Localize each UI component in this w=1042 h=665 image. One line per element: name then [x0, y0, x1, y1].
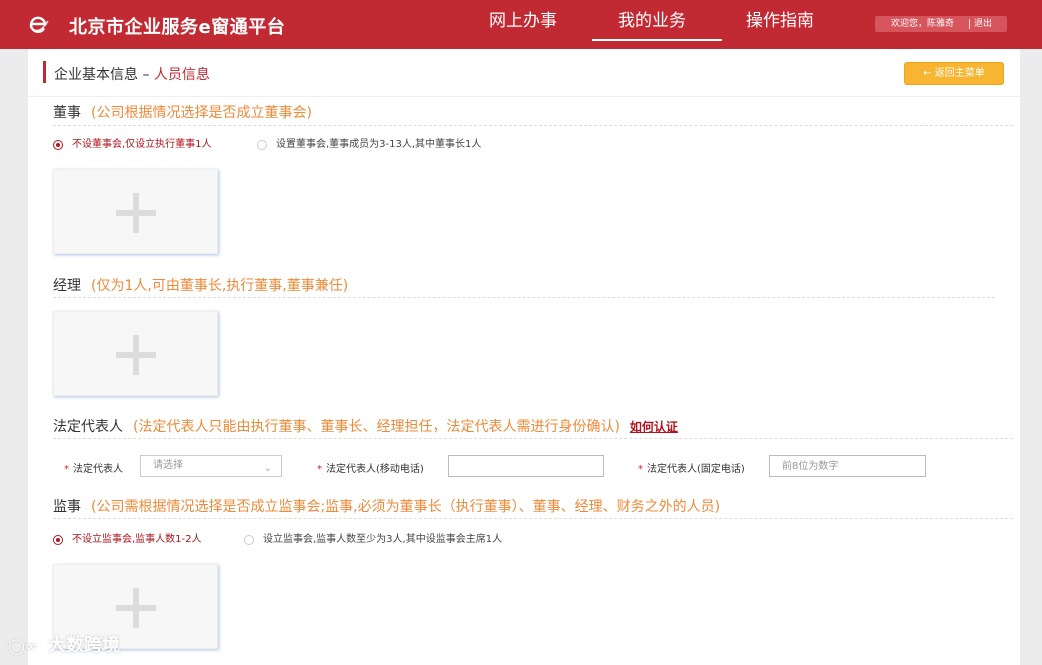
watermark: ◯∞ 大数跨境 — [8, 631, 120, 657]
board-title: 董事 — [53, 105, 81, 121]
legal-rep-select[interactable]: 请选择 ⌄ — [140, 455, 282, 477]
nav-operation-guide[interactable]: 操作指南 — [746, 10, 814, 40]
landline-phone-field-label: * 法定代表人(固定电话) — [638, 460, 745, 475]
manager-hint: (仅为1人,可由董事长,执行董事,董事兼任) — [91, 278, 349, 294]
legal-rep-title: 法定代表人 — [53, 419, 123, 435]
supervisor-hint: (公司需根据情况选择是否成立监事会;监事,必须为董事长（执行董事）、董事、经理、… — [91, 499, 721, 515]
how-to-verify-link[interactable]: 如何认证 — [630, 420, 678, 434]
legal-rep-select-placeholder: 请选择 — [153, 460, 183, 471]
required-mark: * — [638, 464, 643, 475]
mobile-phone-label-text: 法定代表人(移动电话) — [326, 464, 424, 475]
supervisor-option-with-board-label: 设立监事会,监事人数至少为3人,其中设监事会主席1人 — [263, 534, 503, 545]
header-divider — [28, 96, 1020, 97]
nav-my-business[interactable]: 我的业务 — [618, 10, 686, 40]
landline-phone-label-text: 法定代表人(固定电话) — [647, 464, 745, 475]
legal-rep-divider — [53, 438, 1013, 439]
manager-section-title: 经理 (仅为1人,可由董事长,执行董事,董事兼任) — [53, 275, 348, 295]
plus-icon-vertical — [133, 588, 139, 628]
chevron-down-icon: ⌄ — [263, 463, 272, 474]
supervisor-title: 监事 — [53, 499, 81, 515]
nav-active-indicator — [592, 39, 722, 41]
supervisor-option-no-board-label: 不设立监事会,监事人数1-2人 — [72, 534, 202, 545]
breadcrumb: 企业基本信息 – 人员信息 — [54, 64, 210, 84]
breadcrumb-base: 企业基本信息 — [54, 67, 138, 83]
back-to-main-menu-button[interactable]: ← 返回主菜单 — [904, 62, 1004, 85]
plus-icon-vertical — [133, 335, 139, 375]
mobile-phone-field-label: * 法定代表人(移动电话) — [317, 460, 424, 475]
add-director-card[interactable] — [53, 169, 218, 254]
landline-phone-input[interactable] — [769, 455, 926, 477]
legal-rep-section-title: 法定代表人 (法定代表人只能由执行董事、董事长、经理担任，法定代表人需进行身份确认… — [53, 416, 678, 436]
supervisor-divider — [53, 518, 1013, 519]
board-hint: (公司根据情况选择是否成立董事会) — [91, 105, 312, 121]
breadcrumb-current: 人员信息 — [153, 67, 210, 83]
breadcrumb-separator: – — [138, 67, 154, 83]
watermark-text: 大数跨境 — [48, 635, 120, 656]
breadcrumb-marker — [43, 61, 46, 83]
legal-rep-label-text: 法定代表人 — [73, 464, 123, 475]
radio-selected-icon — [53, 140, 63, 150]
main-panel: 企业基本信息 – 人员信息 ← 返回主菜单 董事 (公司根据情况选择是否成立董事会… — [28, 49, 1020, 665]
board-option-with-board-label: 设置董事会,董事成员为3-13人,其中董事长1人 — [276, 139, 482, 150]
logout-link[interactable]: 退出 — [974, 16, 992, 32]
user-divider — [969, 19, 970, 29]
watermark-logo-icon: ◯∞ — [8, 637, 38, 655]
supervisor-section-title: 监事 (公司需根据情况选择是否成立监事会;监事,必须为董事长（执行董事）、董事、经… — [53, 496, 720, 516]
required-mark: * — [317, 464, 322, 475]
board-section-title: 董事 (公司根据情况选择是否成立董事会) — [53, 102, 312, 122]
board-divider — [53, 125, 1013, 126]
radio-unselected-icon — [244, 535, 254, 545]
welcome-text: 欢迎您，陈雅奇 — [891, 19, 955, 29]
manager-divider — [53, 297, 995, 298]
radio-unselected-icon — [257, 140, 267, 150]
manager-title: 经理 — [53, 278, 81, 294]
radio-selected-icon — [53, 535, 63, 545]
nav-online-services[interactable]: 网上办事 — [489, 10, 557, 40]
board-option-no-board-label: 不设董事会,仅设立执行董事1人 — [72, 139, 212, 150]
e-logo-icon — [29, 16, 49, 33]
legal-rep-field-label: * 法定代表人 — [64, 460, 123, 475]
mobile-phone-input[interactable] — [448, 455, 604, 477]
add-manager-card[interactable] — [53, 311, 218, 396]
platform-title: 北京市企业服务e窗通平台 — [69, 17, 286, 38]
user-info: 欢迎您，陈雅奇 退出 — [875, 16, 1007, 32]
plus-icon-vertical — [133, 193, 139, 233]
required-mark: * — [64, 464, 69, 475]
legal-rep-hint: (法定代表人只能由执行董事、董事长、经理担任，法定代表人需进行身份确认) — [133, 419, 620, 435]
top-header: 北京市企业服务e窗通平台 网上办事 我的业务 操作指南 欢迎您，陈雅奇 退出 — [0, 0, 1042, 49]
